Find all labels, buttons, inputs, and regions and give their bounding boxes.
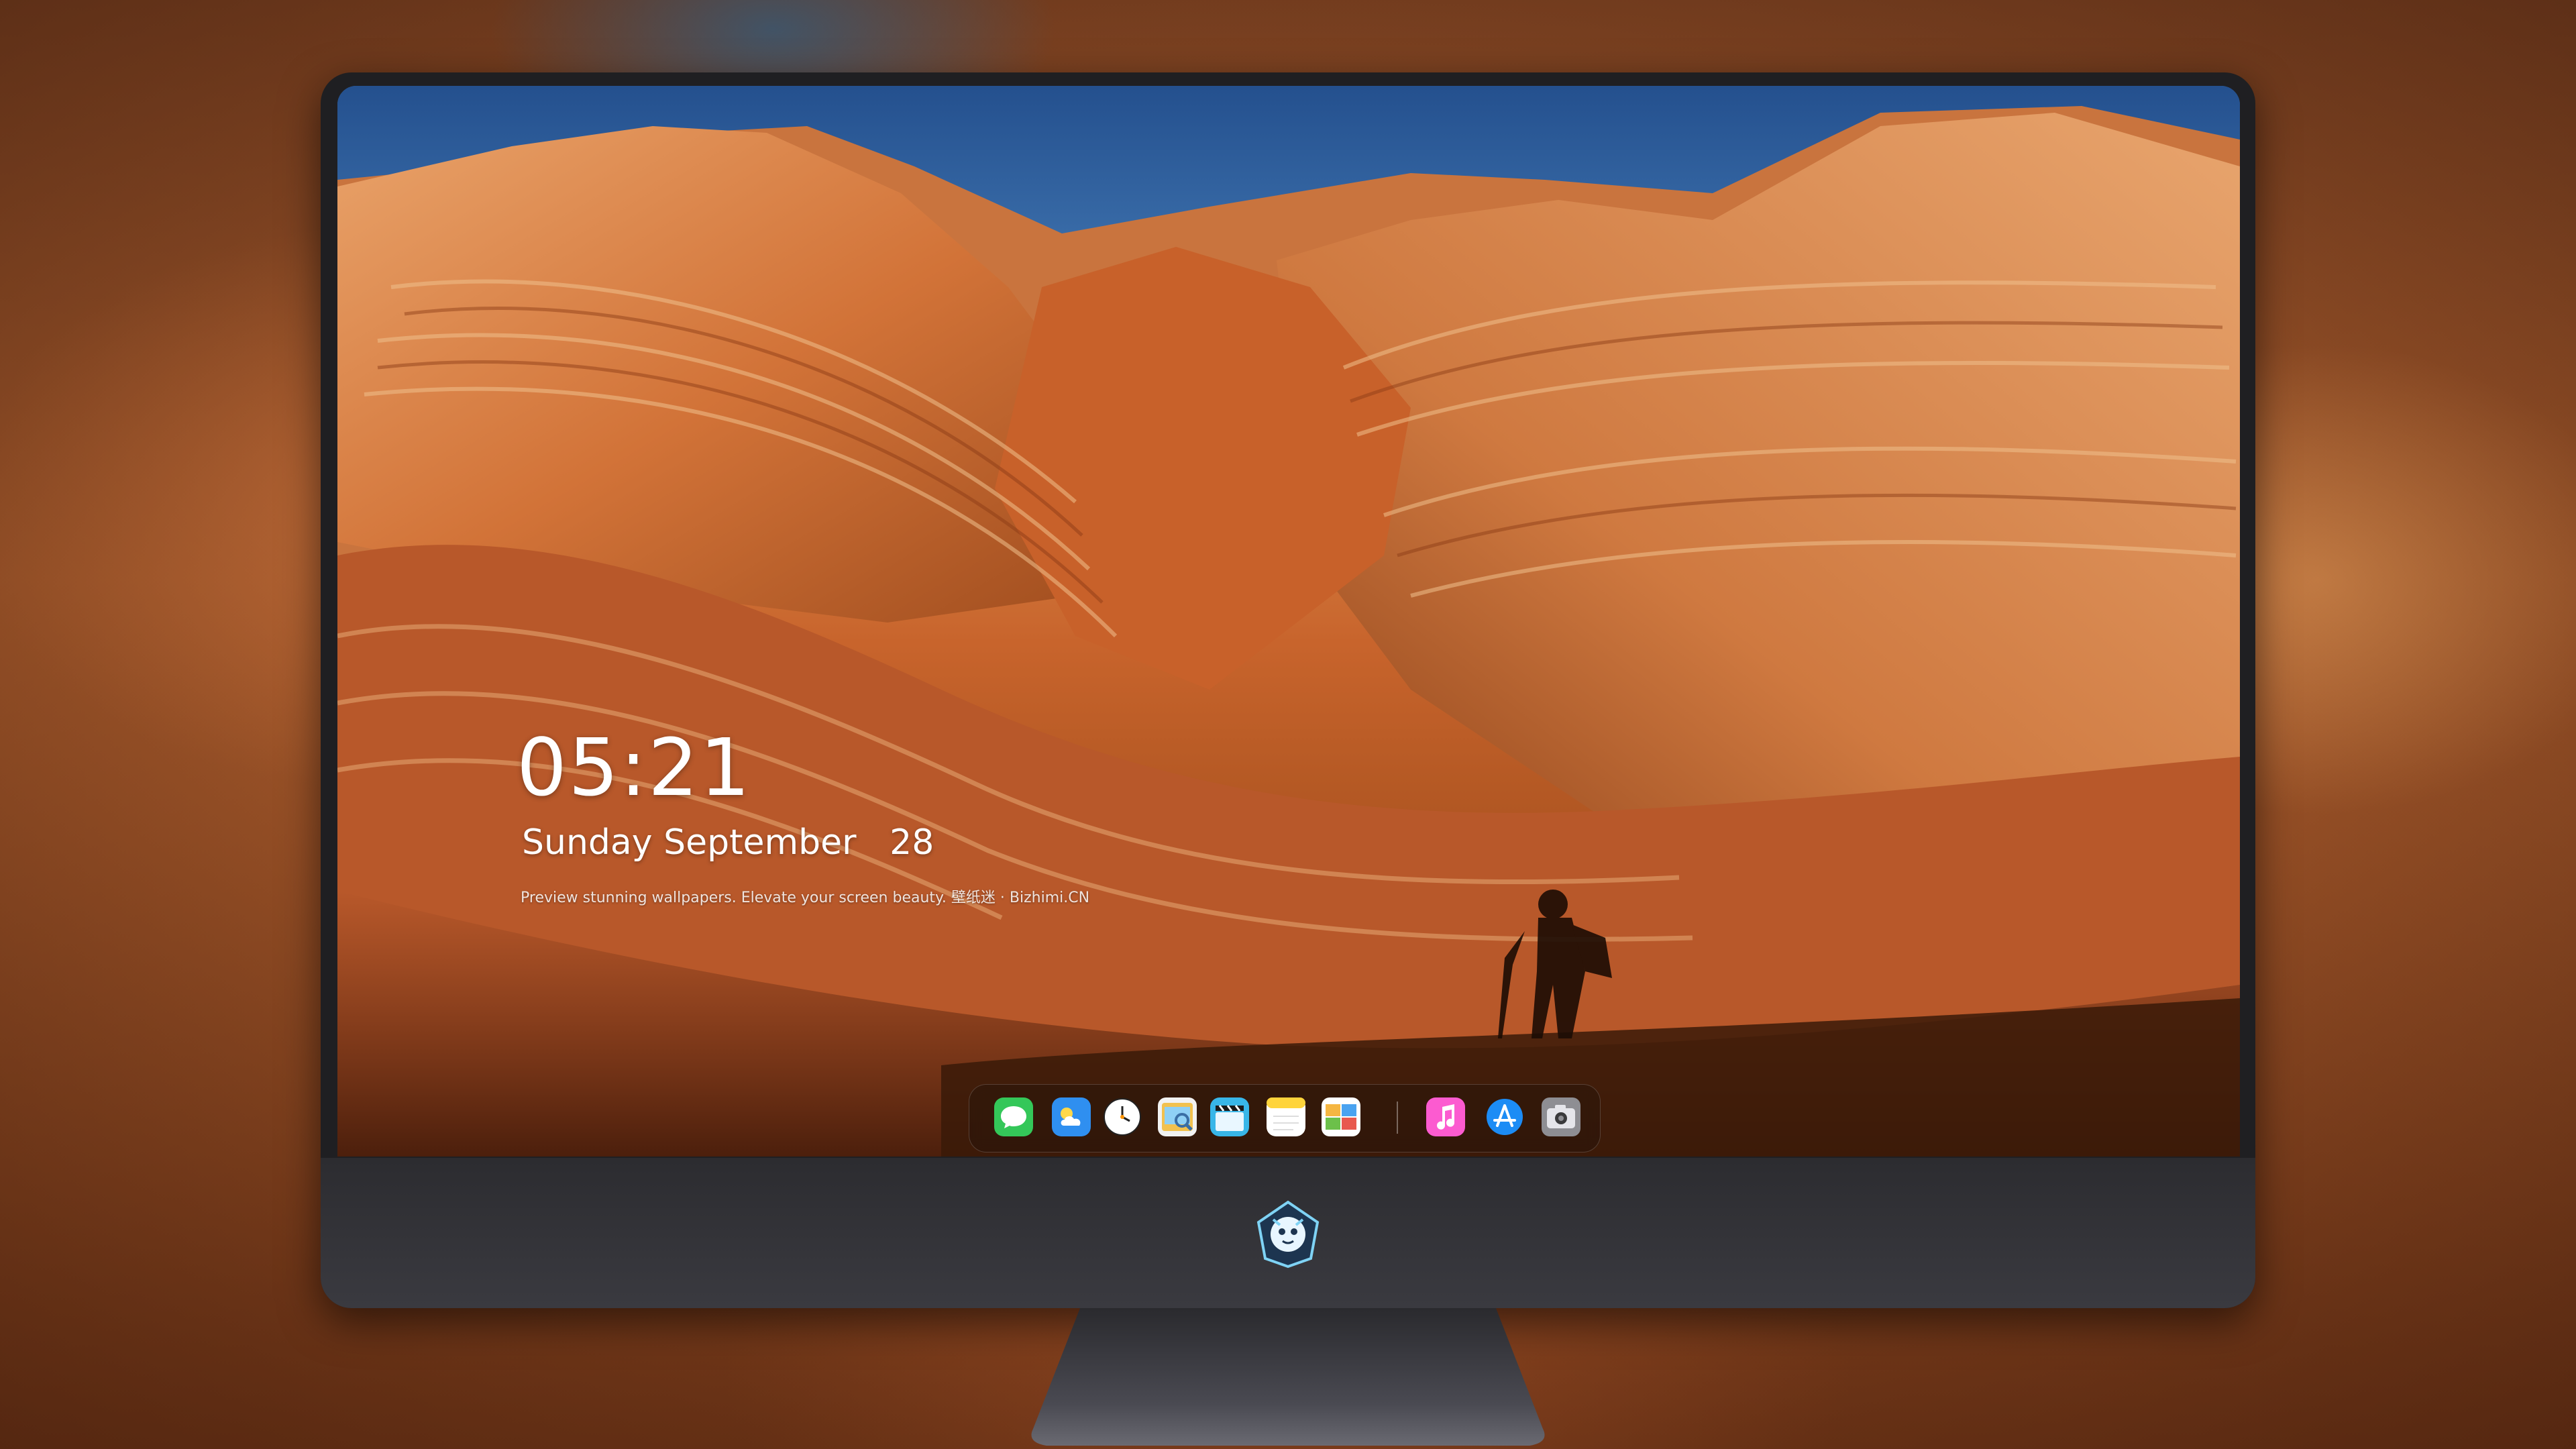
app-store-icon[interactable] xyxy=(1485,1097,1524,1136)
dock-divider xyxy=(1397,1102,1398,1134)
weather-icon[interactable] xyxy=(1052,1097,1091,1136)
notes-icon[interactable] xyxy=(1267,1097,1305,1136)
preview-icon[interactable] xyxy=(1158,1097,1197,1136)
lock-clock: 05:21 xyxy=(517,721,752,814)
brand-logo-icon xyxy=(1256,1200,1320,1269)
photos-icon[interactable] xyxy=(1322,1097,1360,1136)
messages-icon[interactable] xyxy=(994,1097,1033,1136)
clock-icon[interactable] xyxy=(1103,1097,1142,1136)
desktop-scene: 05:21 Sunday September 28 Preview stunni… xyxy=(0,0,2576,1449)
lock-screen xyxy=(337,86,2240,1157)
wallpaper-image xyxy=(337,86,2240,1157)
monitor-stand xyxy=(1031,1308,1545,1446)
clapperboard-icon[interactable] xyxy=(1210,1097,1249,1136)
music-icon[interactable] xyxy=(1426,1097,1465,1136)
wallpaper-caption: Preview stunning wallpapers. Elevate you… xyxy=(521,890,1090,906)
lock-date: Sunday September 28 xyxy=(522,822,934,863)
camera-icon[interactable] xyxy=(1542,1097,1580,1136)
